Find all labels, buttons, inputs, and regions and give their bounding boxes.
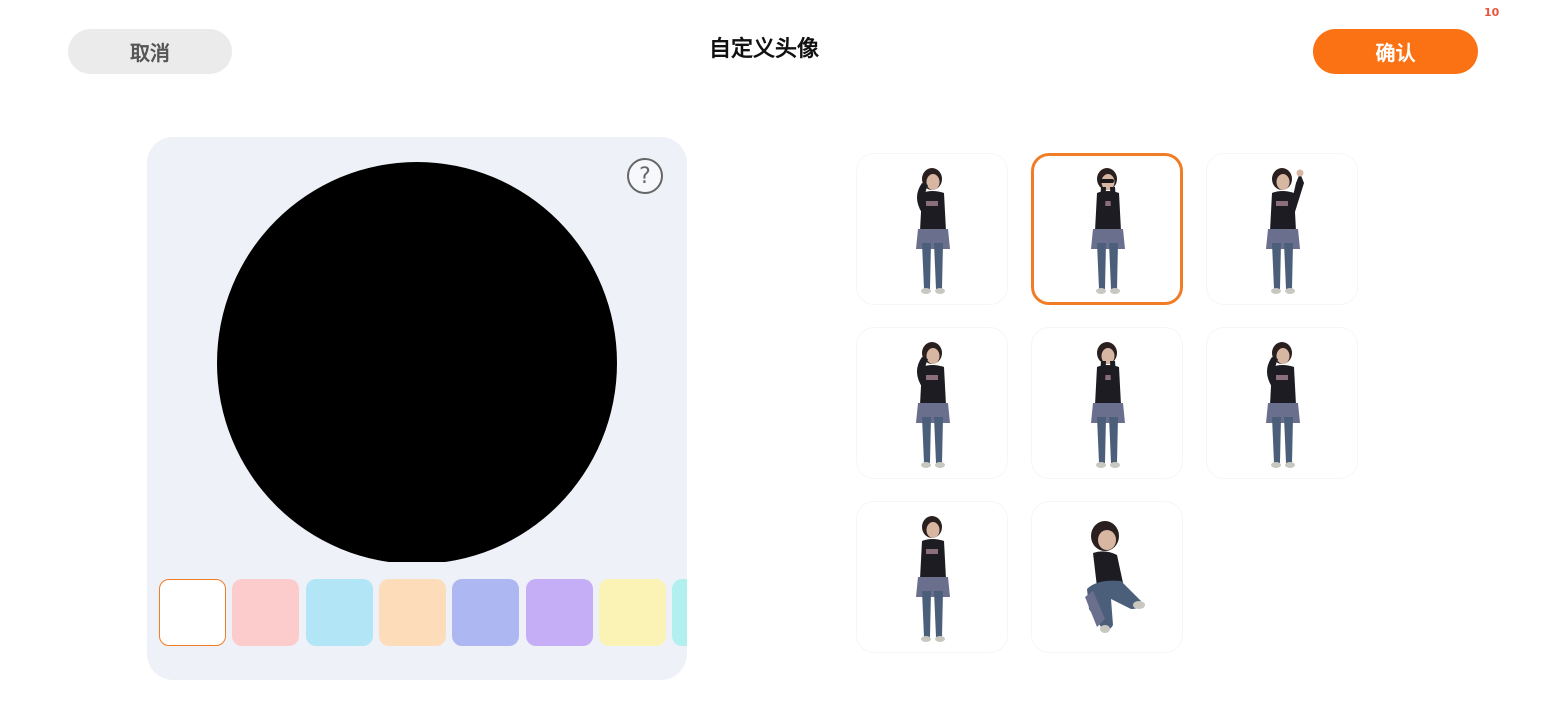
pose-salute[interactable] <box>856 327 1008 479</box>
avatar-preview <box>217 162 617 562</box>
character-figure <box>1266 342 1300 468</box>
character-figure <box>1091 342 1125 468</box>
pose-arms-crossed[interactable] <box>856 501 1008 653</box>
color-swatch[interactable] <box>232 579 300 646</box>
pose-hand-on-hair[interactable] <box>1206 327 1358 479</box>
character-figure <box>916 516 950 642</box>
color-swatch[interactable] <box>452 579 520 646</box>
pose-hand-on-head[interactable] <box>856 153 1008 305</box>
question-circle-icon[interactable]: ? <box>627 158 663 194</box>
color-swatch[interactable] <box>378 579 446 646</box>
notification-count: 10 <box>1484 6 1500 19</box>
confirm-button[interactable]: 确认 <box>1313 29 1478 74</box>
character-figure <box>1085 521 1145 633</box>
character-figure <box>1091 168 1125 294</box>
character-figure <box>916 168 950 294</box>
color-swatch[interactable] <box>672 579 687 646</box>
pose-hands-on-face[interactable] <box>1031 327 1183 479</box>
custom-avatar-page: 10 取消 自定义头像 确认 ? <box>0 0 1544 720</box>
color-swatch[interactable] <box>159 579 226 646</box>
avatar-preview-circle <box>217 162 617 562</box>
pose-sunglasses[interactable] <box>1031 153 1183 305</box>
character-figure <box>1266 168 1304 294</box>
avatar-editor-panel: ? <box>147 137 687 680</box>
character-figure <box>916 342 950 468</box>
page-title: 自定义头像 <box>708 37 819 62</box>
pose-sitting[interactable] <box>1031 501 1183 653</box>
color-swatch[interactable] <box>525 579 593 646</box>
color-swatch[interactable] <box>598 579 666 646</box>
color-swatch[interactable] <box>305 579 373 646</box>
pose-arm-raised[interactable] <box>1206 153 1358 305</box>
background-color-picker <box>159 579 687 647</box>
